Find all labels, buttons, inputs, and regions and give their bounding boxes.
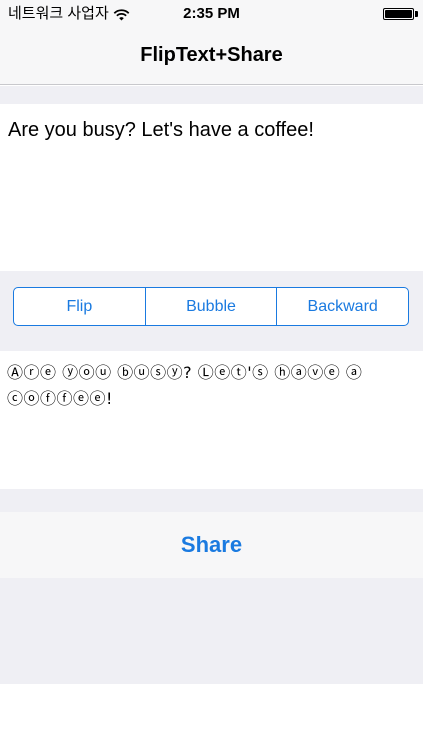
mode-segmented-control[interactable]: Flip Bubble Backward [13, 287, 409, 326]
page-title: FlipText+Share [140, 44, 283, 66]
segment-backward[interactable]: Backward [277, 288, 408, 325]
separator-band-2 [0, 489, 423, 512]
separator-band [0, 86, 423, 104]
output-text[interactable]: Ⓐⓡⓔ ⓨⓞⓤ ⓑⓤⓢⓨ? Ⓛⓔⓣ'ⓢ ⓗⓐⓥⓔ ⓐ ⓒⓞⓕⓕⓔⓔ! [7, 360, 412, 412]
battery-tip [415, 11, 418, 17]
share-button[interactable]: Share [0, 512, 423, 578]
segment-bubble[interactable]: Bubble [146, 288, 278, 325]
segment-flip[interactable]: Flip [14, 288, 146, 325]
input-text[interactable]: Are you busy? Let's have a coffee! [8, 117, 413, 143]
status-time: 2:35 PM [183, 5, 240, 22]
share-label: Share [180, 532, 243, 557]
bottom-band [0, 578, 423, 684]
battery-icon [383, 8, 414, 20]
